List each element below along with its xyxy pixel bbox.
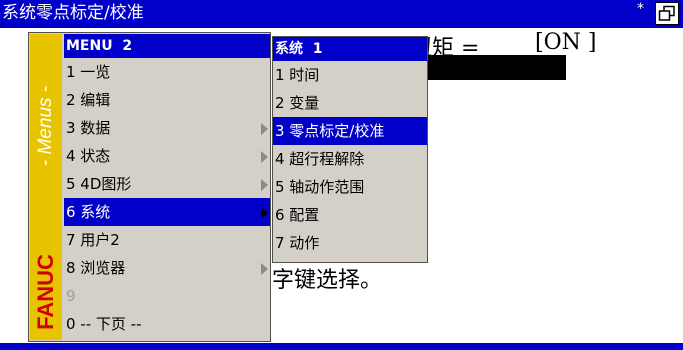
menu-brand-strip: - Menus - FANUC — [30, 34, 62, 340]
submenu-item-master-cal[interactable]: 3 零点标定/校准 — [273, 117, 427, 145]
submenu-arrow-icon — [261, 123, 268, 135]
submenu-arrow-icon — [261, 263, 268, 275]
menu-item-4d-graphics[interactable]: 5 4D图形 — [64, 170, 270, 198]
system-submenu: 系统 1 1 时间 2 变量 3 零点标定/校准 4 超行程解除 5 轴动作范围… — [272, 36, 428, 263]
torque-value: [ON ] — [535, 30, 597, 55]
menu-header: MENU 2 — [64, 34, 270, 58]
submenu-header: 系统 1 — [273, 37, 427, 61]
menus-label: - Menus - — [35, 85, 56, 167]
submenu-arrow-icon — [261, 151, 268, 163]
menu-item-user2[interactable]: 7 用户2 — [64, 226, 270, 254]
title-bar: 系统零点标定/校准 * — [0, 0, 683, 28]
menu-item-9: 9 — [66, 287, 76, 305]
menu-item-status[interactable]: 4 状态 — [64, 142, 270, 170]
restore-window-button[interactable] — [655, 2, 679, 25]
menu-item-edit[interactable]: 2 编辑 — [64, 86, 270, 114]
menu-item-list[interactable]: 1 一览 — [64, 58, 270, 86]
menu-item-system[interactable]: 6 系统 — [64, 198, 270, 226]
submenu-item-time[interactable]: 1 时间 — [273, 61, 427, 89]
highlight-bar — [410, 55, 566, 80]
status-mark: * — [637, 1, 644, 17]
menu-panel: MENU 2 1 一览 2 编辑 3 数据 4 状态 5 4D图形 6 系统 7… — [64, 34, 270, 340]
window-title: 系统零点标定/校准 — [2, 3, 144, 23]
submenu-item-variables[interactable]: 2 变量 — [273, 89, 427, 117]
fanuc-logo: FANUC — [33, 254, 58, 330]
bottom-bar — [0, 343, 683, 350]
menu-item-browser[interactable]: 8 浏览器 — [64, 254, 270, 282]
submenu-item-config[interactable]: 6 配置 — [273, 201, 427, 229]
submenu-item-ot-release[interactable]: 4 超行程解除 — [273, 145, 427, 173]
submenu-arrow-icon — [261, 179, 268, 191]
restore-window-icon — [658, 5, 675, 21]
menu-item-next-page[interactable]: 0 -- 下页 -- — [64, 310, 270, 338]
instruction-text: 字键选择。 — [272, 268, 383, 293]
submenu-item-axis-limits[interactable]: 5 轴动作范围 — [273, 173, 427, 201]
menu-item-data[interactable]: 3 数据 — [64, 114, 270, 142]
submenu-item-motion[interactable]: 7 动作 — [273, 229, 427, 257]
submenu-arrow-icon — [261, 207, 268, 219]
main-menu: - Menus - FANUC MENU 2 1 一览 2 编辑 3 数据 4 … — [28, 32, 271, 342]
